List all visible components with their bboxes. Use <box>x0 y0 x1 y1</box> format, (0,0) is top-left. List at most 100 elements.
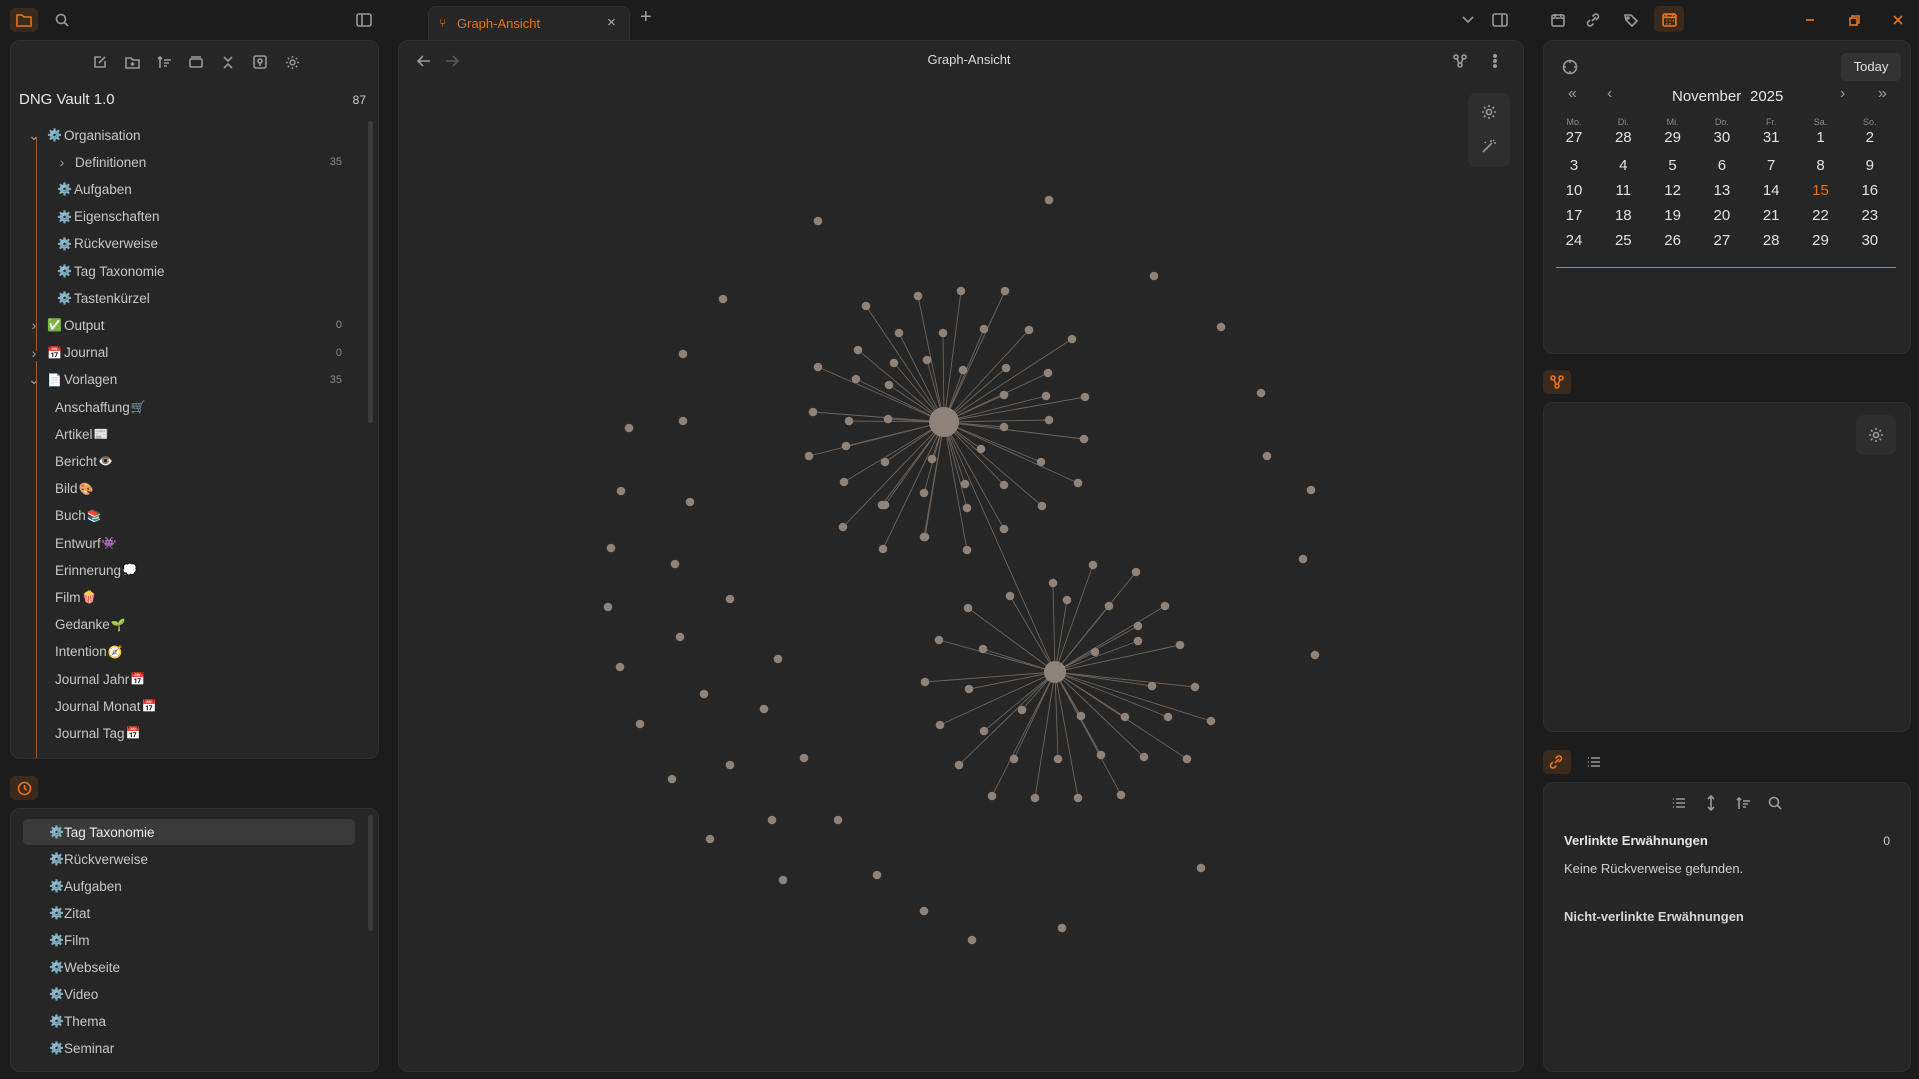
graph-node[interactable] <box>1120 712 1130 722</box>
graph-node[interactable] <box>894 328 904 338</box>
graph-node[interactable] <box>699 689 709 699</box>
calendar-day[interactable]: 25 <box>1603 232 1643 249</box>
graph-node[interactable] <box>958 365 968 375</box>
graph-hub-node[interactable] <box>929 407 959 437</box>
calendar-day[interactable]: 22 <box>1801 207 1841 224</box>
graph-node[interactable] <box>978 644 988 654</box>
graph-node[interactable] <box>778 875 788 885</box>
tree-item-11[interactable]: Artikel 📰 <box>55 421 110 447</box>
tree-item-20[interactable]: Journal Jahr 📅 <box>55 666 147 692</box>
recent-item[interactable]: ⚙️ Rückverweise <box>23 846 355 872</box>
calendar-day[interactable]: 29 <box>1653 129 1693 146</box>
graph-node[interactable] <box>1041 391 1051 401</box>
local-graph-tab-icon[interactable] <box>1543 370 1571 394</box>
new-tab-button[interactable]: + <box>640 6 652 29</box>
right-sidebar-toggle-icon[interactable] <box>1488 8 1512 32</box>
calendar-day[interactable]: 16 <box>1850 182 1890 199</box>
recent-files-icon[interactable] <box>10 776 38 800</box>
graph-node[interactable] <box>919 906 929 916</box>
graph-node[interactable] <box>1053 754 1063 764</box>
folder-icon[interactable] <box>10 8 38 32</box>
calendar-day[interactable]: 11 <box>1603 182 1643 199</box>
graph-node[interactable] <box>1005 591 1015 601</box>
close-icon[interactable] <box>1886 8 1910 32</box>
calendar-day[interactable]: 10 <box>1554 182 1594 199</box>
graph-node[interactable] <box>976 444 986 454</box>
graph-hub-node[interactable] <box>1044 661 1066 683</box>
calendar-day[interactable]: 24 <box>1554 232 1594 249</box>
graph-node[interactable] <box>922 355 932 365</box>
graph-node[interactable] <box>678 349 688 359</box>
calendar-active-icon[interactable] <box>1654 6 1684 32</box>
tree-item-13[interactable]: Bild 🎨 <box>55 476 95 502</box>
link-icon[interactable] <box>1582 8 1606 32</box>
graph-node[interactable] <box>1133 636 1143 646</box>
graph-node[interactable] <box>880 500 890 510</box>
chevron-right-icon[interactable]: › <box>55 154 69 170</box>
graph-node[interactable] <box>844 416 854 426</box>
graph-node[interactable] <box>804 451 814 461</box>
graph-node[interactable] <box>1096 750 1106 760</box>
collapse-layout-icon[interactable] <box>185 51 207 73</box>
graph-node[interactable] <box>954 760 964 770</box>
tree-item-19[interactable]: Intention 🧭 <box>55 639 125 665</box>
expand-icon[interactable] <box>1700 793 1722 813</box>
tree-item-21[interactable]: Journal Monat 📅 <box>55 693 159 719</box>
recent-item[interactable]: ⚙️ Tag Taxonomie <box>23 819 355 845</box>
recent-item[interactable]: ⚙️ Thema <box>23 1008 355 1034</box>
graph-node[interactable] <box>624 423 634 433</box>
calendar-day[interactable]: 15 <box>1801 182 1841 199</box>
graph-node[interactable] <box>1310 650 1320 660</box>
graph-node[interactable] <box>1044 415 1054 425</box>
tree-item-18[interactable]: Gedanke 🌱 <box>55 612 128 638</box>
graph-node[interactable] <box>920 677 930 687</box>
graph-node[interactable] <box>1139 752 1149 762</box>
calendar-day[interactable]: 7 <box>1751 157 1791 174</box>
graph-node[interactable] <box>889 358 899 368</box>
graph-node[interactable] <box>799 753 809 763</box>
explorer-scrollbar[interactable] <box>368 121 373 423</box>
graph-node[interactable] <box>938 328 948 338</box>
tree-item-12[interactable]: Bericht 👁️ <box>55 448 115 474</box>
graph-node[interactable] <box>1262 451 1272 461</box>
graph-node[interactable] <box>615 662 625 672</box>
recent-item[interactable]: ⚙️ Aufgaben <box>23 873 355 899</box>
graph-node[interactable] <box>606 543 616 553</box>
graph-node[interactable] <box>1206 716 1216 726</box>
graph-node[interactable] <box>1149 271 1159 281</box>
graph-node[interactable] <box>1044 195 1054 205</box>
calendar-day[interactable]: 1 <box>1801 129 1841 146</box>
calendar-day[interactable]: 6 <box>1702 157 1742 174</box>
tree-item-17[interactable]: Film 🍿 <box>55 584 98 610</box>
calendar-day[interactable]: 8 <box>1801 157 1841 174</box>
graph-node[interactable] <box>979 726 989 736</box>
graph-node[interactable] <box>999 390 1009 400</box>
graph-node[interactable] <box>1088 560 1098 570</box>
graph-node[interactable] <box>1131 567 1141 577</box>
calendar-day[interactable]: 31 <box>1751 129 1791 146</box>
graph-node[interactable] <box>813 362 823 372</box>
graph-node[interactable] <box>1073 478 1083 488</box>
calendar-day[interactable]: 20 <box>1702 207 1742 224</box>
graph-node[interactable] <box>1062 595 1072 605</box>
graph-settings-icon[interactable] <box>1478 101 1500 123</box>
graph-node[interactable] <box>861 301 871 311</box>
tags-icon[interactable] <box>1620 8 1644 32</box>
tab-graph-view[interactable]: ⑂ Graph-Ansicht × <box>428 6 630 41</box>
tree-item-8[interactable]: › 📅 Journal <box>27 340 109 366</box>
graph-node[interactable] <box>1057 923 1067 933</box>
tree-item-0[interactable]: ⌄ ⚙️ Organisation <box>27 122 140 148</box>
graph-node[interactable] <box>964 684 974 694</box>
graph-node[interactable] <box>927 454 937 464</box>
graph-node[interactable] <box>1079 434 1089 444</box>
graph-node[interactable] <box>1190 682 1200 692</box>
graph-node[interactable] <box>1163 712 1173 722</box>
vault-name[interactable]: DNG Vault 1.0 <box>19 91 115 108</box>
graph-node[interactable] <box>838 522 848 532</box>
graph-node[interactable] <box>960 479 970 489</box>
graph-node[interactable] <box>962 545 972 555</box>
local-graph-settings-icon[interactable] <box>1865 424 1887 446</box>
calendar-day[interactable]: 9 <box>1850 157 1890 174</box>
graph-node[interactable] <box>773 654 783 664</box>
calendar-day[interactable]: 3 <box>1554 157 1594 174</box>
